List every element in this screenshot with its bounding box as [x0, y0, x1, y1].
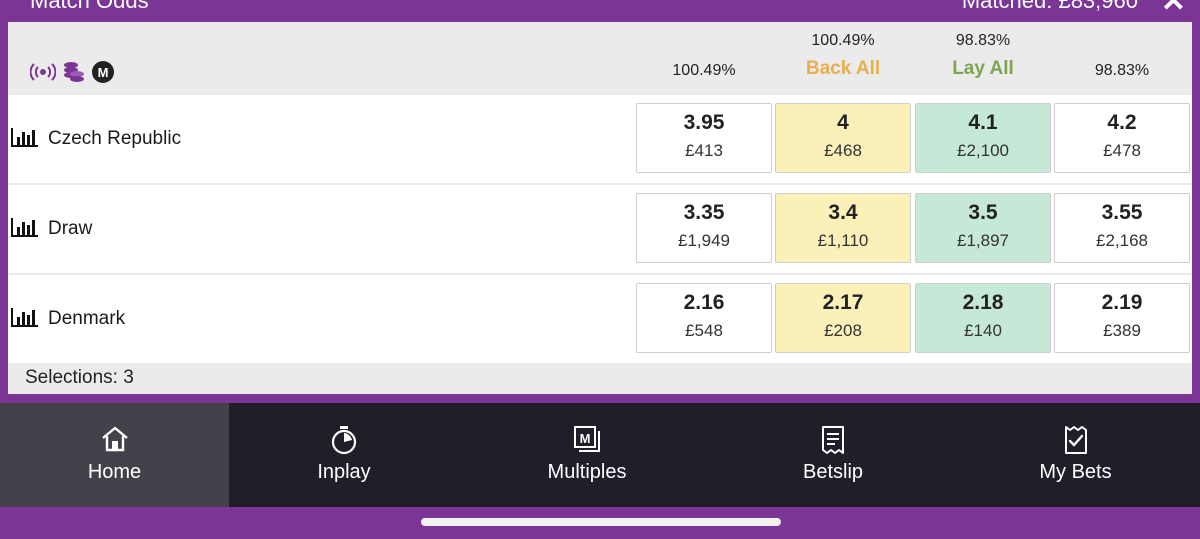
my-bets-icon: [1063, 425, 1089, 460]
live-stream-icon: [30, 62, 56, 82]
best-lay-price-cell[interactable]: 3.5 £1,897: [915, 193, 1051, 263]
back-price-cell[interactable]: 3.35 £1,949: [636, 193, 772, 263]
tab-label: Multiples: [547, 461, 627, 483]
stopwatch-icon: [330, 425, 358, 460]
stake: £478: [1103, 141, 1141, 160]
tab-betslip[interactable]: Betslip: [715, 403, 951, 507]
tab-multiples[interactable]: M Multiples: [459, 403, 715, 507]
stake: £1,110: [817, 231, 869, 250]
back-all-column-header: 100.49% Back All: [775, 32, 911, 80]
odds: 2.18: [962, 291, 1004, 314]
stake: £2,168: [1096, 231, 1148, 250]
back-overround-outer: 100.49%: [672, 62, 736, 79]
home-indicator-handle[interactable]: [421, 518, 781, 526]
lay-overround: 98.83%: [955, 32, 1011, 49]
tab-label: Home: [87, 461, 142, 483]
bar-chart-icon: [10, 126, 40, 153]
odds: 4: [837, 111, 849, 134]
odds: 2.19: [1101, 291, 1143, 314]
runner-row: Czech Republic 3.95 £413 4 £468 4.1 £2,1…: [8, 95, 1192, 183]
m-badge-icon: M: [92, 61, 114, 83]
odds: 4.2: [1107, 111, 1137, 134]
exchange-market-page: Match Odds Matched: £83,960 ✕ M 100.49% …: [0, 0, 1200, 539]
runner-name: Czech Republic: [48, 128, 182, 149]
back-all-button[interactable]: Back All: [775, 58, 911, 80]
back-price-cell[interactable]: 2.16 £548: [636, 283, 772, 353]
best-back-price-cell[interactable]: 4 £468: [775, 103, 911, 173]
close-icon[interactable]: ✕: [1161, 0, 1186, 19]
bar-chart-icon: [10, 216, 40, 243]
odds: 3.35: [683, 201, 725, 224]
best-lay-price-cell[interactable]: 2.18 £140: [915, 283, 1051, 353]
back-overround: 100.49%: [811, 32, 875, 49]
runner-name-czech-republic[interactable]: Czech Republic: [10, 95, 181, 183]
best-back-price-cell[interactable]: 3.4 £1,110: [775, 193, 911, 263]
runner-name: Draw: [48, 218, 93, 239]
lay-all-column-header: 98.83% Lay All: [915, 32, 1051, 80]
odds: 3.55: [1101, 201, 1143, 224]
runner-row: Denmark 2.16 £548 2.17 £208 2.18 £140 2.…: [8, 275, 1192, 363]
best-lay-price-cell[interactable]: 4.1 £2,100: [915, 103, 1051, 173]
runner-name-denmark[interactable]: Denmark: [10, 275, 125, 363]
selections-count: Selections: 3: [25, 367, 134, 388]
best-back-price-cell[interactable]: 2.17 £208: [775, 283, 911, 353]
odds: 2.16: [683, 291, 725, 314]
market-column-header: M 100.49% 100.49% Back All 98.83% Lay Al…: [8, 22, 1192, 94]
coins-icon: [62, 60, 86, 84]
market-title: Match Odds: [30, 0, 149, 13]
tab-home[interactable]: Home: [0, 403, 229, 507]
svg-text:M: M: [580, 431, 591, 446]
betslip-icon: [820, 425, 846, 460]
stake: £413: [685, 141, 723, 160]
matched-amount: Matched: £83,960: [961, 0, 1138, 13]
home-indicator-bar: [0, 507, 1200, 539]
stake: £468: [824, 141, 862, 160]
stake: £1,897: [957, 231, 1009, 250]
odds: 4.1: [968, 111, 998, 134]
stake: £389: [1103, 321, 1141, 340]
lay-price-cell[interactable]: 3.55 £2,168: [1054, 193, 1190, 263]
lay-price-cell[interactable]: 4.2 £478: [1054, 103, 1190, 173]
odds: 3.4: [828, 201, 858, 224]
market-header-bar: Match Odds Matched: £83,960 ✕: [0, 0, 1200, 22]
stake: £140: [964, 321, 1002, 340]
runner-row: Draw 3.35 £1,949 3.4 £1,110 3.5 £1,897 3…: [8, 185, 1192, 273]
tab-my-bets[interactable]: My Bets: [951, 403, 1200, 507]
odds: 2.17: [822, 291, 864, 314]
market-panel: M 100.49% 100.49% Back All 98.83% Lay Al…: [8, 22, 1192, 394]
stake: £208: [824, 321, 862, 340]
home-icon: [100, 425, 130, 458]
tab-label: Inplay: [317, 461, 371, 483]
lay-price-cell[interactable]: 2.19 £389: [1054, 283, 1190, 353]
runner-name: Denmark: [48, 308, 126, 329]
tab-label: Betslip: [802, 461, 864, 483]
lay-overround-outer: 98.83%: [1094, 62, 1150, 79]
tab-label: My Bets: [1039, 461, 1112, 483]
odds: 3.95: [683, 111, 725, 134]
stake: £548: [685, 321, 723, 340]
bottom-tab-bar: Home Inplay M Multiples Betslip My Bets: [0, 403, 1200, 507]
runner-name-draw[interactable]: Draw: [10, 185, 92, 273]
tab-inplay[interactable]: Inplay: [229, 403, 459, 507]
bar-chart-icon: [10, 306, 40, 333]
market-feature-icons: M: [30, 60, 114, 84]
odds: 3.5: [968, 201, 998, 224]
multiples-icon: M: [573, 425, 601, 458]
back-price-cell[interactable]: 3.95 £413: [636, 103, 772, 173]
lay-all-button[interactable]: Lay All: [915, 58, 1051, 80]
stake: £2,100: [957, 141, 1009, 160]
stake: £1,949: [678, 231, 730, 250]
